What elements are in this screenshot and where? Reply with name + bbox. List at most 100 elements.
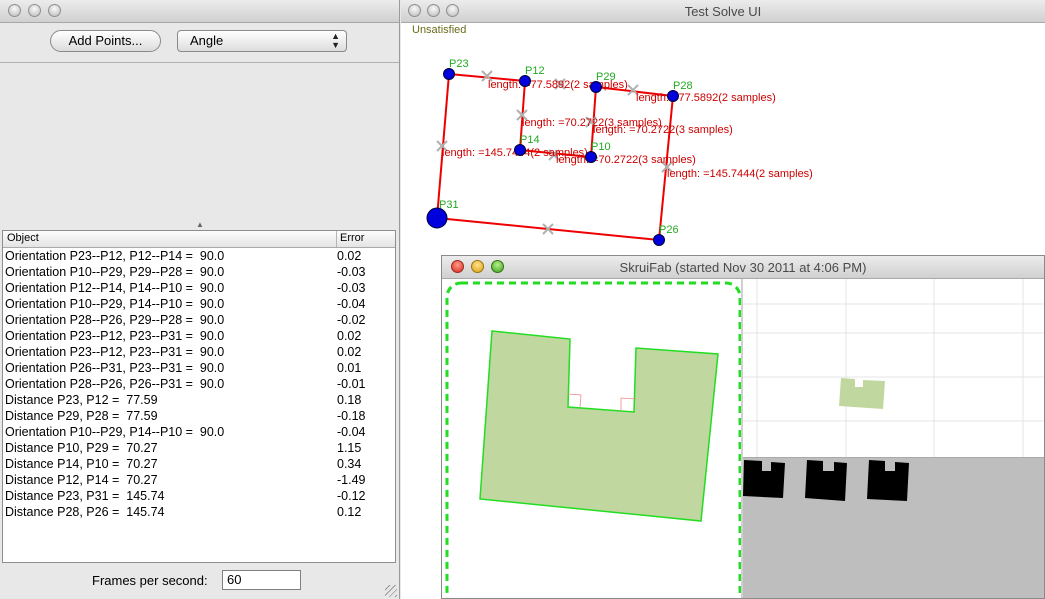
cut-part[interactable]: [743, 460, 785, 498]
constraint-window: Add Points... Angle ▲ ▼ ▲ Object Error Or…: [0, 0, 400, 599]
length-label: length: =145.7444(2 samples): [667, 168, 813, 180]
point-p12[interactable]: [519, 75, 531, 87]
point-label: P31: [439, 199, 459, 211]
point-label: P28: [673, 80, 693, 92]
stepper-arrows-icon: ▲ ▼: [331, 31, 340, 50]
column-separator[interactable]: [336, 231, 337, 247]
table-row[interactable]: Orientation P23--P12, P12--P14 = 90.0 0.0…: [3, 248, 395, 264]
table-row[interactable]: Distance P23, P31 = 145.74 -0.12: [3, 488, 395, 504]
constraint-description: Orientation P23--P12, P12--P14 = 90.0: [5, 249, 225, 263]
table-row[interactable]: Distance P28, P26 = 145.74 0.12: [3, 504, 395, 520]
constraint-error: -0.12: [337, 489, 366, 503]
length-label: length: =70.2722(3 samples): [556, 154, 696, 166]
constraint-error: 0.01: [337, 361, 362, 375]
point-p29[interactable]: [590, 81, 602, 93]
constraint-error: -0.04: [337, 297, 366, 311]
constraint-error: 0.02: [337, 249, 362, 263]
table-row[interactable]: Orientation P26--P31, P23--P31 = 90.0 0.0…: [3, 360, 395, 376]
constraint-description: Orientation P10--P29, P14--P10 = 90.0: [5, 297, 225, 311]
table-row[interactable]: Distance P12, P14 = 70.27 -1.49: [3, 472, 395, 488]
table-row[interactable]: Distance P10, P29 = 70.27 1.15: [3, 440, 395, 456]
point-label: P12: [525, 65, 545, 77]
table-header: Object Error: [3, 231, 395, 248]
table-body: Orientation P23--P12, P12--P14 = 90.0 0.0…: [3, 248, 395, 520]
constraint-error: 0.34: [337, 457, 362, 471]
cut-part[interactable]: [867, 460, 909, 501]
constraint-error: 0.02: [337, 345, 362, 359]
point-label: P29: [596, 71, 616, 83]
cut-preview-panel[interactable]: [443, 279, 742, 599]
constraint-error: -1.49: [337, 473, 366, 487]
constraint-error: -0.04: [337, 425, 366, 439]
table-row[interactable]: Orientation P10--P29, P14--P10 = 90.0 -0.…: [3, 424, 395, 440]
constraint-error: 0.02: [337, 329, 362, 343]
constraint-description: Distance P28, P26 = 145.74: [5, 505, 165, 519]
close-icon[interactable]: [8, 4, 21, 17]
point-label: P23: [449, 58, 469, 70]
constraint-description: Distance P23, P12 = 77.59: [5, 393, 158, 407]
fps-label: Frames per second:: [92, 573, 208, 588]
constraint-description: Orientation P12--P14, P14--P10 = 90.0: [5, 281, 225, 295]
fps-input[interactable]: 60: [222, 570, 301, 590]
minimize-icon[interactable]: [28, 4, 41, 17]
corner-marker: [567, 393, 582, 408]
table-row[interactable]: Orientation P28--P26, P26--P31 = 90.0 -0.…: [3, 376, 395, 392]
table-row[interactable]: Orientation P10--P29, P14--P10 = 90.0 -0.…: [3, 296, 395, 312]
sketch-canvas[interactable]: length: =77.5892(2 samples)length: =77.5…: [401, 0, 1045, 260]
cut-part[interactable]: [805, 460, 847, 501]
point-p31[interactable]: [426, 207, 448, 229]
skruifab-titlebar[interactable]: SkruiFab (started Nov 30 2011 at 4:06 PM…: [442, 256, 1044, 279]
constraint-description: Distance P12, P14 = 70.27: [5, 473, 158, 487]
constraint-window-titlebar[interactable]: [0, 0, 399, 23]
length-label: length: =70.2722(3 samples): [593, 124, 733, 136]
constraint-error: -0.03: [337, 281, 366, 295]
table-row[interactable]: Orientation P28--P26, P29--P28 = 90.0 -0.…: [3, 312, 395, 328]
constraint-error: -0.01: [337, 377, 366, 391]
point-label: P14: [520, 134, 540, 146]
sheet-part-shape[interactable]: [839, 378, 885, 409]
constraint-description: Orientation P10--P29, P14--P10 = 90.0: [5, 425, 225, 439]
parts-tray-canvas: [743, 460, 909, 501]
sheet-layout-panel[interactable]: [743, 279, 1044, 458]
column-header-error[interactable]: Error: [340, 232, 364, 244]
mode-select[interactable]: Angle ▲ ▼: [177, 30, 347, 52]
table-row[interactable]: Orientation P10--P29, P29--P28 = 90.0 -0.…: [3, 264, 395, 280]
constraint-error: 0.12: [337, 505, 362, 519]
constraint-description: Orientation P10--P29, P29--P28 = 90.0: [5, 265, 225, 279]
point-p14[interactable]: [514, 144, 526, 156]
column-header-object[interactable]: Object: [7, 232, 39, 244]
constraint-error: -0.03: [337, 265, 366, 279]
table-row[interactable]: Distance P29, P28 = 77.59 -0.18: [3, 408, 395, 424]
constraint-description: Distance P29, P28 = 77.59: [5, 409, 158, 423]
mode-select-value: Angle: [190, 33, 224, 48]
table-row[interactable]: Distance P23, P12 = 77.59 0.18: [3, 392, 395, 408]
constraint-table: Object Error Orientation P23--P12, P12--…: [2, 230, 396, 563]
point-p26[interactable]: [653, 234, 665, 246]
point-p10[interactable]: [585, 151, 597, 163]
skruifab-window: SkruiFab (started Nov 30 2011 at 4:06 PM…: [441, 255, 1045, 599]
cut-preview-canvas[interactable]: [443, 279, 742, 599]
parts-tray: [743, 458, 1044, 598]
constraint-error: 1.15: [337, 441, 362, 455]
constraint-description: Orientation P23--P12, P23--P31 = 90.0: [5, 345, 225, 359]
table-row[interactable]: Orientation P23--P12, P23--P31 = 90.0 0.0…: [3, 328, 395, 344]
table-row[interactable]: Orientation P12--P14, P14--P10 = 90.0 -0.…: [3, 280, 395, 296]
zoom-icon[interactable]: [48, 4, 61, 17]
point-label: P26: [659, 224, 679, 236]
constraint-description: Distance P10, P29 = 70.27: [5, 441, 158, 455]
length-label: length: =77.5892(2 samples): [636, 92, 776, 104]
split-divider-icon[interactable]: ▲: [196, 220, 204, 229]
constraint-error: -0.02: [337, 313, 366, 327]
table-row[interactable]: Distance P14, P10 = 70.27 0.34: [3, 456, 395, 472]
point-label: P10: [591, 141, 611, 153]
table-row[interactable]: Orientation P23--P12, P23--P31 = 90.0 0.0…: [3, 344, 395, 360]
point-p23[interactable]: [443, 68, 455, 80]
constraint-description: Orientation P28--P26, P26--P31 = 90.0: [5, 377, 225, 391]
constraint-description: Distance P14, P10 = 70.27: [5, 457, 158, 471]
part-shape[interactable]: [479, 330, 719, 522]
point-p28[interactable]: [667, 90, 679, 102]
add-points-button[interactable]: Add Points...: [50, 30, 161, 52]
constraint-description: Orientation P28--P26, P29--P28 = 90.0: [5, 313, 225, 327]
empty-panel: [0, 63, 399, 226]
resize-grip-icon[interactable]: [385, 585, 397, 597]
